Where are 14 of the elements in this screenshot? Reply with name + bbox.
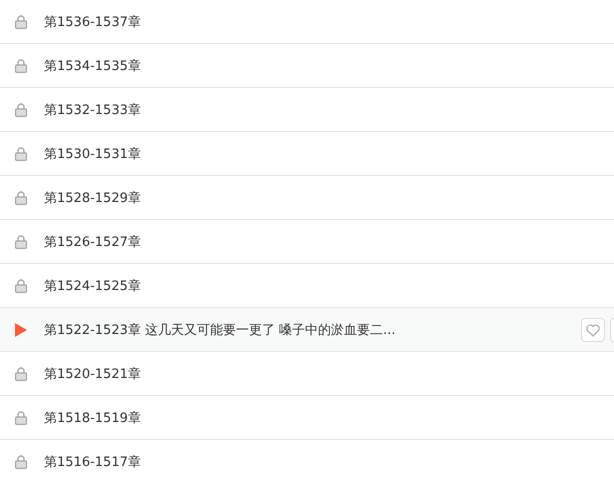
- chapter-title[interactable]: 第1532-1533章: [44, 100, 141, 118]
- like-button[interactable]: [581, 318, 605, 342]
- chapter-title[interactable]: 第1518-1519章: [44, 408, 141, 426]
- chapter-title[interactable]: 第1520-1521章: [44, 364, 141, 382]
- chapter-title[interactable]: 第1526-1527章: [44, 232, 141, 250]
- chapter-title[interactable]: 第1534-1535章: [44, 56, 141, 74]
- chapter-title[interactable]: 第1524-1525章: [44, 276, 141, 294]
- chapter-title[interactable]: 第1530-1531章: [44, 144, 141, 162]
- chapter-title[interactable]: 第1536-1537章: [44, 12, 141, 30]
- chapter-title[interactable]: 第1528-1529章: [44, 188, 141, 206]
- heart-icon: [586, 324, 600, 336]
- chapter-title[interactable]: 第1522-1523章 这几天又可能要一更了 嗓子中的淤血要二...: [44, 320, 396, 338]
- play-icon[interactable]: [15, 322, 27, 336]
- chapter-title[interactable]: 第1516-1517章: [44, 452, 141, 470]
